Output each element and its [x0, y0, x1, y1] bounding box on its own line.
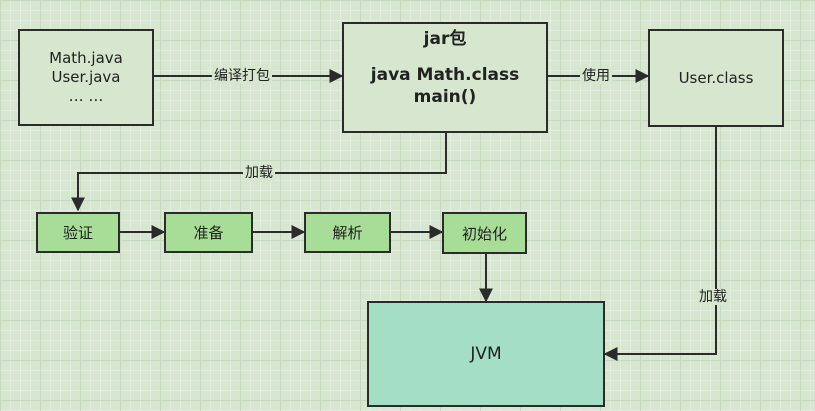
load-label-left: 加载	[243, 165, 275, 181]
jar-main-class: java Math.class	[370, 65, 520, 85]
source-file-math: Math.java	[49, 49, 123, 67]
step-initialize: 初始化	[442, 212, 527, 254]
load-arrow-right	[603, 127, 717, 361]
jar-package-box: jar包 java Math.class main()	[342, 22, 548, 133]
step-prepare: 准备	[164, 212, 253, 253]
step-verify: 验证	[36, 212, 120, 253]
step-initialize-label: 初始化	[461, 224, 507, 243]
compile-label: 编译打包	[212, 68, 272, 84]
source-file-ellipsis: … …	[68, 87, 104, 105]
step-prepare-label: 准备	[193, 224, 224, 242]
jar-main-method: main()	[413, 87, 477, 107]
step-parse-label: 解析	[332, 224, 363, 242]
user-class-label: User.class	[678, 69, 754, 87]
jar-title: jar包	[423, 29, 467, 49]
use-label: 使用	[580, 68, 612, 84]
load-label-right: 加载	[697, 289, 729, 305]
source-file-user: User.java	[51, 68, 121, 86]
jvm-label: JVM	[470, 344, 502, 364]
jvm-box: JVM	[367, 301, 605, 407]
source-files-box: Math.java User.java … …	[18, 29, 154, 126]
step-parse: 解析	[304, 212, 391, 253]
step-verify-label: 验证	[62, 224, 93, 242]
user-class-box: User.class	[648, 29, 784, 127]
